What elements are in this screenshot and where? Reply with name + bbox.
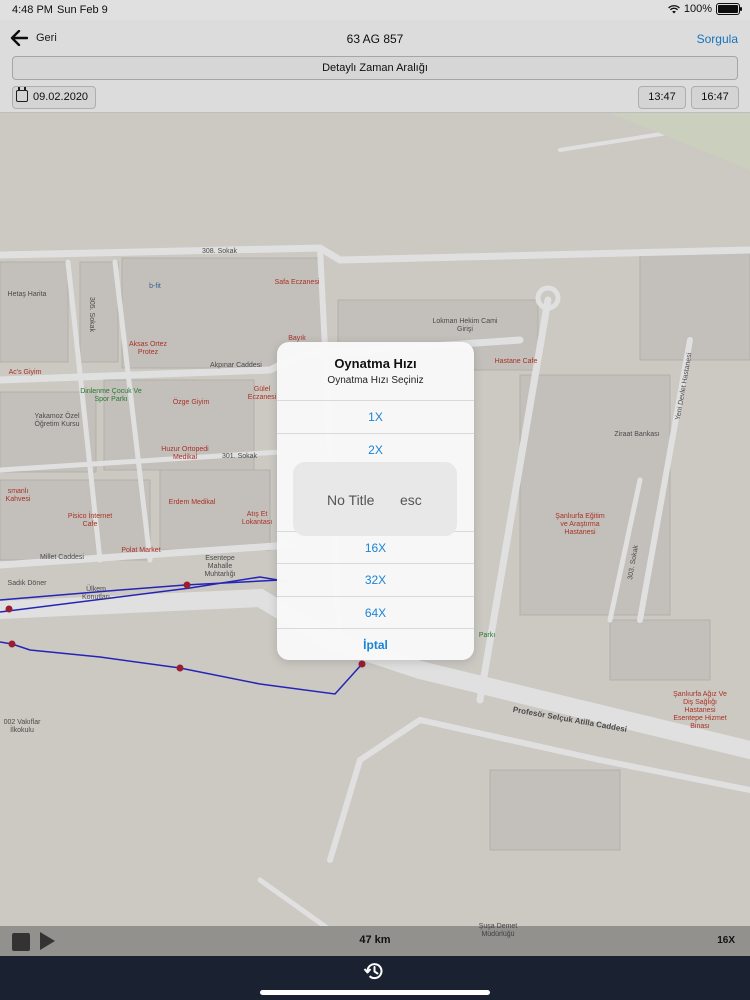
- speed-option-1x[interactable]: 1X: [277, 400, 474, 433]
- playback-bar: 47 km 16X: [0, 926, 750, 956]
- tab-bar: [0, 956, 750, 1000]
- speed-option-32x[interactable]: 32X: [277, 563, 474, 596]
- sheet-subtitle: Oynatma Hızı Seçiniz: [327, 375, 424, 386]
- hud-title: No Title: [327, 492, 375, 508]
- cancel-button[interactable]: İptal: [277, 628, 474, 660]
- hud-esc[interactable]: esc: [400, 492, 422, 508]
- speed-label[interactable]: 16X: [717, 935, 735, 946]
- keyboard-hud: No Title esc: [293, 462, 457, 536]
- distance-label: 47 km: [359, 934, 391, 946]
- speed-option-64x[interactable]: 64X: [277, 596, 474, 629]
- sheet-title: Oynatma Hızı: [334, 356, 417, 371]
- home-indicator[interactable]: [260, 990, 490, 995]
- history-icon[interactable]: [363, 960, 385, 982]
